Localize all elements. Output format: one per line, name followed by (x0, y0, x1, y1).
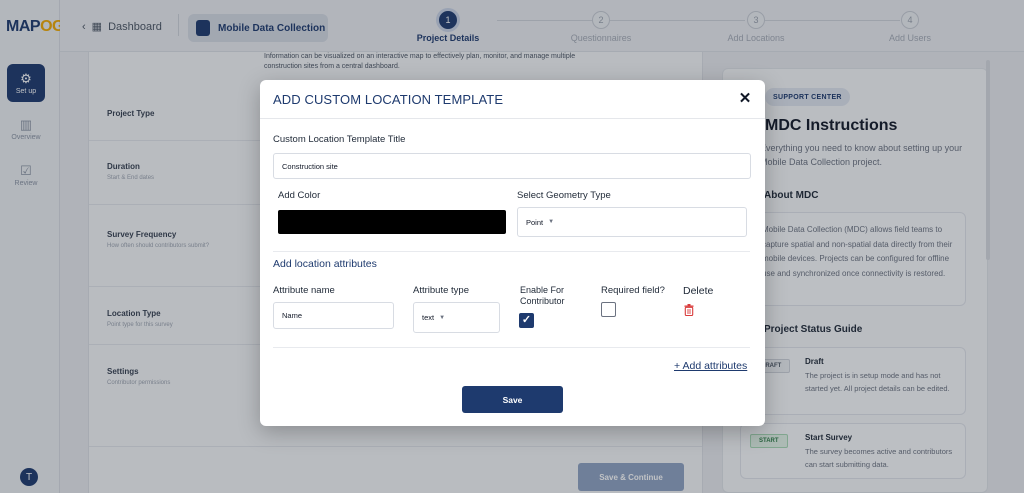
required-field-checkbox[interactable] (601, 302, 616, 317)
template-title-input[interactable]: Construction site (273, 153, 751, 179)
enable-for-contributor-header: Enable For Contributor (520, 285, 565, 306)
save-button[interactable]: Save (462, 386, 563, 413)
close-icon[interactable]: ✕ (737, 90, 753, 108)
attribute-type-select[interactable]: text ▼ (413, 302, 500, 333)
modal-title: ADD CUSTOM LOCATION TEMPLATE (273, 92, 504, 107)
divider (273, 347, 750, 348)
geometry-type-label: Select Geometry Type (517, 190, 611, 201)
template-title-label: Custom Location Template Title (273, 134, 406, 145)
caret-down-icon: ▼ (548, 219, 555, 225)
attribute-type-header: Attribute type (413, 285, 469, 296)
add-attributes-link[interactable]: + Add attributes (674, 360, 747, 372)
geometry-type-select[interactable]: Point ▼ (517, 207, 747, 237)
delete-header: Delete (683, 285, 714, 297)
caret-down-icon: ▼ (439, 314, 446, 321)
color-picker[interactable] (278, 210, 506, 234)
enable-for-contributor-checkbox[interactable]: ✓ (519, 313, 534, 328)
attribute-name-input[interactable]: Name (273, 302, 394, 329)
custom-location-template-modal: ADD CUSTOM LOCATION TEMPLATE ✕ Custom Lo… (260, 80, 765, 426)
divider (260, 118, 765, 119)
attribute-name-header: Attribute name (273, 285, 335, 296)
trash-icon[interactable] (684, 304, 694, 316)
divider (273, 251, 750, 252)
required-field-header: Required field? (601, 285, 665, 296)
location-attributes-heading: Add location attributes (273, 258, 377, 270)
add-color-label: Add Color (278, 190, 321, 201)
